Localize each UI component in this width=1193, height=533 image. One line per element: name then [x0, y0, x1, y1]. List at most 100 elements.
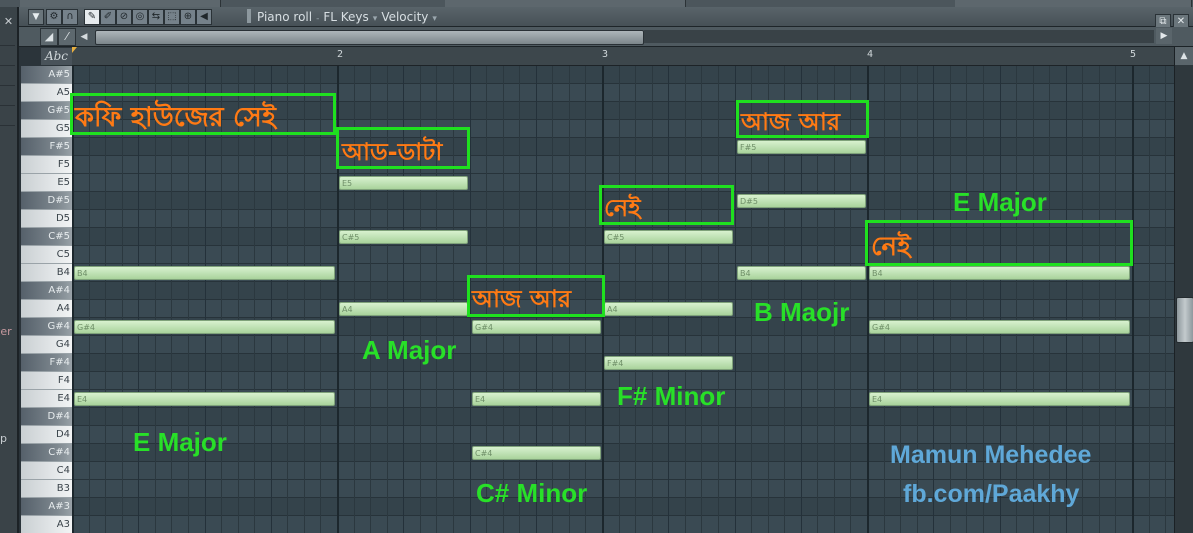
lyric-text: আজ আর	[741, 108, 841, 136]
paint-mode-icon[interactable]: ⁄	[58, 28, 76, 46]
window-menu-button[interactable]: ▼	[28, 9, 44, 25]
piano-keyboard[interactable]: A#5 A5 G#5 G5 F#5 F5 E5 D#5 D5 C#5 C5 B4 A#4 A4 G#4 G4 F…	[21, 66, 72, 533]
piano-key[interactable]: G5	[21, 120, 72, 138]
pencil-icon[interactable]: ✎	[84, 9, 100, 25]
piano-key[interactable]: E5	[21, 174, 72, 192]
note[interactable]: E4	[869, 392, 1130, 406]
note-label: B4	[740, 269, 751, 278]
grid-line	[1149, 66, 1150, 533]
draw-mode-icon[interactable]: ◢	[40, 28, 58, 46]
paint-icon[interactable]: ✐	[100, 9, 116, 25]
note[interactable]: B4	[737, 266, 866, 280]
note[interactable]: F#4	[604, 356, 733, 370]
piano-key[interactable]: A5	[21, 84, 72, 102]
top-tab[interactable]	[955, 0, 1192, 7]
window-title: Piano roll - FL Keys ▾ Velocity ▾	[247, 9, 441, 24]
piano-key[interactable]: G4	[21, 336, 72, 354]
dropdown-arrow-icon[interactable]: ▾	[432, 14, 437, 24]
credit-link[interactable]: fb.com/Paakhy	[903, 480, 1079, 509]
piano-roll-titlebar: ▼ ⚙ ∩ ✎ ✐ ⊘ ◎ ⇆ ⬚ ⊕ ◀ Piano roll - FL Keys…	[19, 7, 1193, 30]
piano-key[interactable]: F#4	[21, 354, 72, 372]
note[interactable]: C#5	[604, 230, 733, 244]
ruler-bar-number: 3	[602, 49, 609, 60]
piano-key[interactable]: A#4	[21, 282, 72, 300]
piano-key[interactable]: D#4	[21, 408, 72, 426]
top-tab[interactable]	[445, 0, 686, 7]
note[interactable]: C#5	[339, 230, 468, 244]
piano-key-label: A#4	[48, 285, 70, 296]
left-panel-cell[interactable]	[0, 67, 15, 86]
note-label: A4	[607, 305, 618, 314]
scroll-right-icon[interactable]: ▶	[1156, 28, 1172, 44]
zoom-icon[interactable]: ⊕	[180, 9, 196, 25]
horizontal-scrollbar[interactable]	[95, 30, 644, 45]
note[interactable]: C#4	[472, 446, 601, 460]
piano-key[interactable]: A4	[21, 300, 72, 318]
piano-key[interactable]: C4	[21, 462, 72, 480]
playhead-marker-icon[interactable]	[72, 47, 77, 53]
vertical-scrollbar-thumb[interactable]	[1176, 297, 1193, 343]
note-label: G#4	[872, 323, 890, 332]
abc-label[interactable]: Abc	[41, 48, 72, 65]
delete-icon[interactable]: ⊘	[116, 9, 132, 25]
scroll-left-icon[interactable]: ◀	[77, 30, 91, 44]
top-tab[interactable]	[20, 0, 221, 7]
piano-key-label: C4	[56, 465, 70, 476]
note-label: E4	[872, 395, 883, 404]
wrench-icon[interactable]: ⚙	[46, 9, 62, 25]
grid-line	[72, 66, 74, 533]
left-panel-cell[interactable]	[0, 107, 15, 126]
piano-key[interactable]: D4	[21, 426, 72, 444]
chord-label: E Major	[133, 427, 227, 457]
timeline-ruler[interactable]: 2 3 4 5	[72, 47, 1174, 66]
note[interactable]: G#4	[869, 320, 1130, 334]
piano-key[interactable]: F#5	[21, 138, 72, 156]
note[interactable]: B4	[74, 266, 335, 280]
select-icon[interactable]: ⬚	[164, 9, 180, 25]
note[interactable]: G#4	[472, 320, 601, 334]
piano-key[interactable]: A#5	[21, 66, 72, 84]
piano-key-label: F#4	[49, 357, 71, 368]
piano-key[interactable]: C5	[21, 246, 72, 264]
note[interactable]: A4	[339, 302, 468, 316]
title-part-instrument[interactable]: FL Keys	[323, 10, 368, 24]
piano-key[interactable]: E4	[21, 390, 72, 408]
piano-key[interactable]: A3	[21, 516, 72, 533]
note[interactable]: D#5	[737, 194, 866, 208]
left-panel-cell[interactable]	[0, 27, 15, 46]
piano-key[interactable]: B4	[21, 264, 72, 282]
chord-label: E Major	[953, 187, 1047, 217]
piano-key[interactable]: F5	[21, 156, 72, 174]
note[interactable]: E5	[339, 176, 468, 190]
left-panel-cell[interactable]	[0, 47, 15, 66]
left-panel-cell[interactable]	[0, 87, 15, 106]
mute-icon[interactable]: ◎	[132, 9, 148, 25]
piano-key[interactable]: G#4	[21, 318, 72, 336]
playback-icon[interactable]: ◀	[196, 9, 212, 25]
slice-icon[interactable]: ⇆	[148, 9, 164, 25]
piano-key[interactable]: D#5	[21, 192, 72, 210]
chord-label: C# Minor	[476, 478, 588, 508]
note[interactable]: E4	[74, 392, 335, 406]
vertical-scroll-track[interactable]	[1174, 47, 1193, 533]
piano-key[interactable]: B3	[21, 480, 72, 498]
title-part-piano-roll[interactable]: Piano roll	[257, 10, 312, 24]
piano-key[interactable]: C#5	[21, 228, 72, 246]
scroll-up-icon[interactable]: ▲	[1175, 47, 1193, 65]
piano-key[interactable]: F4	[21, 372, 72, 390]
piano-key-label: D5	[55, 213, 70, 224]
title-part-target[interactable]: Velocity	[381, 10, 428, 24]
dropdown-arrow-icon[interactable]: ▾	[373, 14, 378, 24]
note[interactable]: E4	[472, 392, 601, 406]
piano-key[interactable]: D5	[21, 210, 72, 228]
grid-line	[652, 66, 653, 533]
piano-key[interactable]: A#3	[21, 498, 72, 516]
horizontal-scroll-track[interactable]	[644, 30, 1154, 43]
note[interactable]: A4	[604, 302, 733, 316]
piano-key[interactable]: C#4	[21, 444, 72, 462]
piano-key[interactable]: G#5	[21, 102, 72, 120]
note[interactable]: G#4	[74, 320, 335, 334]
grip-icon	[247, 9, 251, 23]
lyric-text: নেই	[604, 194, 641, 222]
magnet-icon[interactable]: ∩	[62, 9, 78, 25]
